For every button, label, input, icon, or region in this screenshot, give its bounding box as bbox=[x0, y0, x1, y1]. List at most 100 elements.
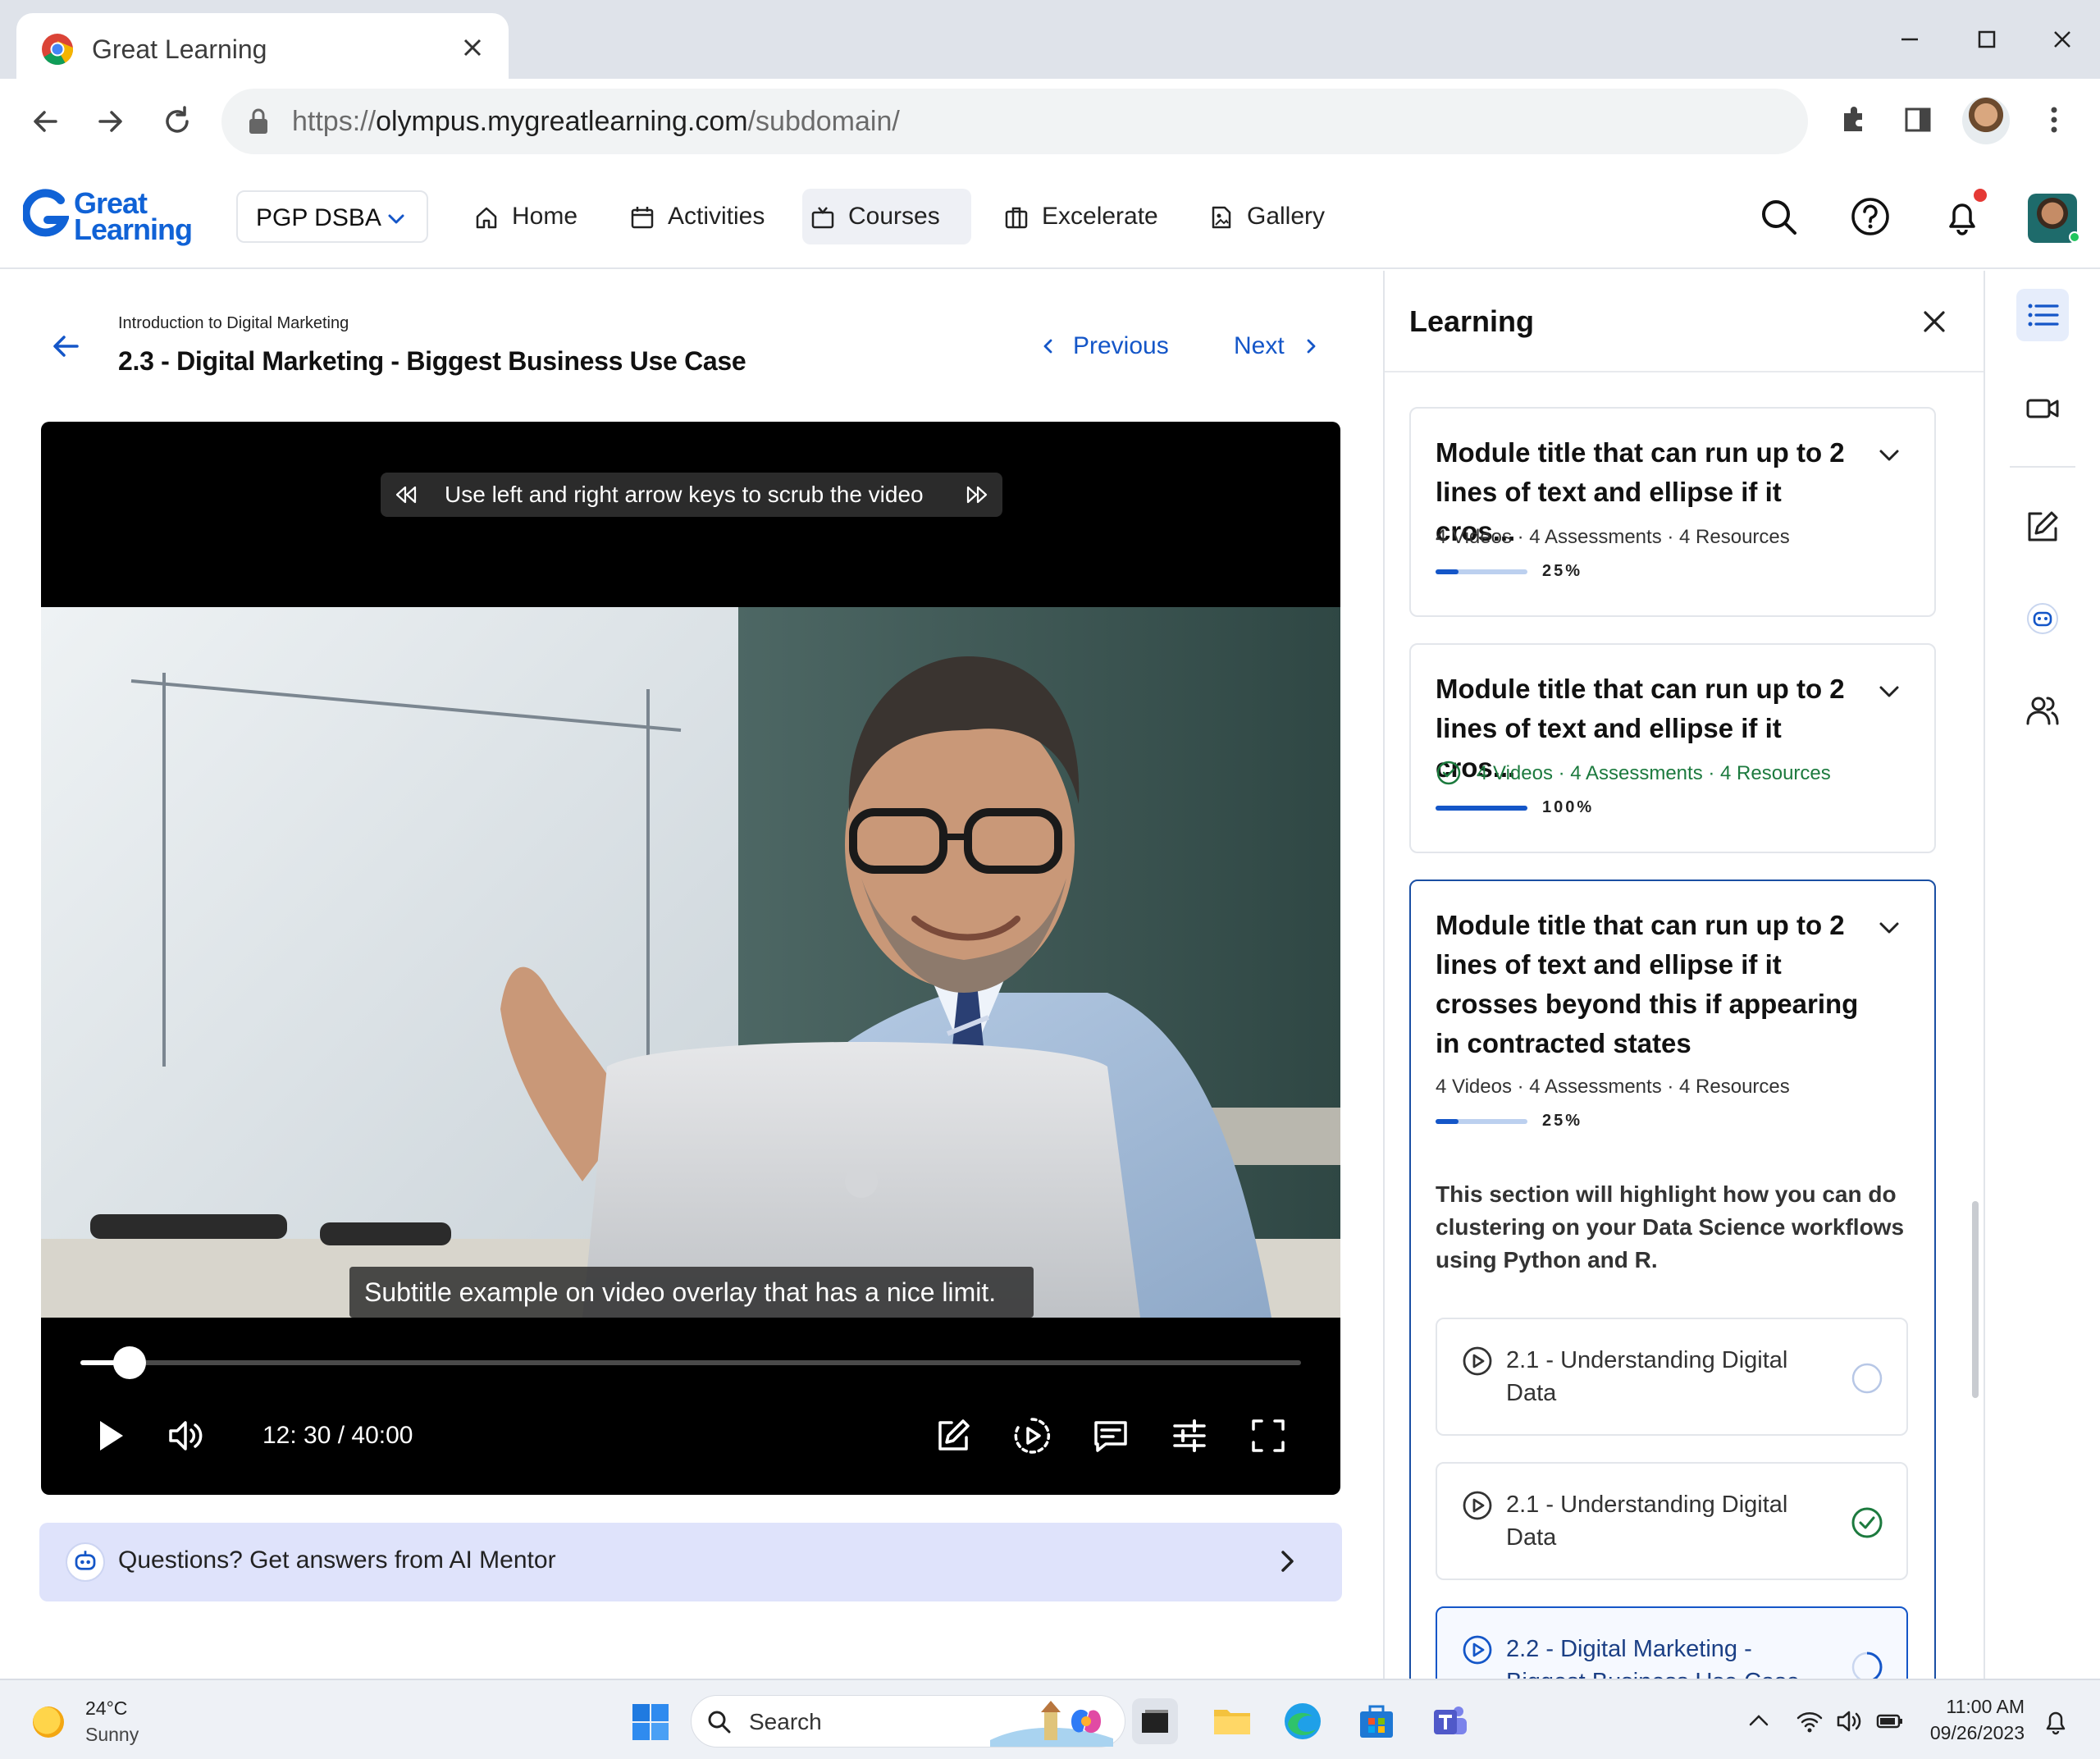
windows-taskbar: 24°C Sunny Search 11:00 AM 09/26/2023 bbox=[0, 1679, 2100, 1759]
time-readout: 12: 30 / 40:00 bbox=[262, 1422, 413, 1449]
module-meta: 4 Videos · 4 Assessments · 4 Resources bbox=[1436, 526, 1790, 548]
calendar-icon bbox=[631, 207, 654, 229]
play-icon[interactable] bbox=[90, 1416, 130, 1455]
forward-icon[interactable] bbox=[92, 103, 128, 139]
browser-tab[interactable]: Great Learning bbox=[16, 13, 509, 79]
browser-profile-avatar[interactable] bbox=[1962, 97, 2010, 144]
window-close-icon[interactable] bbox=[2048, 25, 2077, 54]
breadcrumb[interactable]: Introduction to Digital Marketing bbox=[118, 313, 349, 333]
program-selector[interactable]: PGP DSBA bbox=[236, 190, 428, 243]
nav-activities[interactable]: Activities bbox=[622, 189, 786, 244]
side-panel-icon[interactable] bbox=[1900, 102, 1936, 138]
task-view-icon bbox=[1142, 1710, 1168, 1733]
video-player[interactable]: Use left and right arrow keys to scrub t… bbox=[41, 422, 1340, 1495]
help-icon[interactable] bbox=[1851, 197, 1890, 236]
rail-notes-button[interactable] bbox=[2016, 500, 2069, 553]
courses-icon bbox=[811, 207, 834, 229]
teams-app[interactable] bbox=[1427, 1698, 1473, 1744]
lesson-item-current[interactable]: 2.2 - Digital Marketing - Biggest Busine… bbox=[1436, 1606, 1908, 1679]
module-progress-fill bbox=[1436, 569, 1459, 574]
module-card[interactable]: Module title that can run up to 2 lines … bbox=[1409, 407, 1936, 617]
wifi-icon[interactable] bbox=[1795, 1706, 1824, 1736]
module-card[interactable]: Module title that can run up to 2 lines … bbox=[1409, 643, 1936, 853]
rail-divider bbox=[2010, 466, 2075, 468]
nav-excelerate[interactable]: Excelerate bbox=[996, 189, 1168, 244]
clock-time: 11:00 AM bbox=[1946, 1696, 2025, 1717]
back-arrow-icon[interactable] bbox=[49, 330, 82, 363]
address-bar[interactable]: https://olympus.mygreatlearning.com/subd… bbox=[221, 89, 1808, 154]
learning-panel-header: Learning bbox=[1385, 271, 1984, 372]
nav-gallery[interactable]: Gallery bbox=[1201, 189, 1340, 244]
back-icon[interactable] bbox=[28, 103, 64, 139]
edge-browser-app[interactable] bbox=[1280, 1698, 1326, 1744]
chevron-down-icon[interactable] bbox=[1875, 678, 1903, 706]
lesson-item[interactable]: 2.1 - Understanding Digital Data bbox=[1436, 1462, 1908, 1580]
extensions-icon[interactable] bbox=[1836, 102, 1872, 138]
seek-handle[interactable] bbox=[112, 1346, 146, 1379]
video-frame[interactable] bbox=[41, 607, 1340, 1318]
module-card-expanded[interactable]: Module title that can run up to 2 lines … bbox=[1409, 880, 1936, 1679]
store-app[interactable] bbox=[1354, 1698, 1399, 1744]
maximize-icon[interactable] bbox=[1972, 25, 2002, 54]
task-view-app[interactable] bbox=[1132, 1698, 1178, 1744]
close-tab-icon[interactable] bbox=[458, 33, 487, 62]
gallery-icon bbox=[1212, 206, 1231, 229]
settings-sliders-icon[interactable] bbox=[1170, 1416, 1209, 1455]
module-progress-bar bbox=[1436, 1119, 1527, 1124]
notes-edit-icon[interactable] bbox=[934, 1416, 973, 1455]
browser-menu-icon[interactable] bbox=[2036, 102, 2072, 138]
ai-mentor-bot-icon bbox=[2027, 603, 2058, 634]
chrome-icon bbox=[42, 34, 74, 66]
great-learning-logo[interactable]: Great Learning bbox=[23, 187, 203, 246]
volume-icon[interactable] bbox=[166, 1416, 205, 1455]
lesson-label: 2.1 - Understanding Digital Data bbox=[1506, 1492, 1788, 1551]
learning-panel: Learning Module title that can run up to… bbox=[1383, 271, 1984, 1679]
home-icon bbox=[476, 207, 497, 229]
module-list[interactable]: Module title that can run up to 2 lines … bbox=[1385, 374, 1984, 1679]
rail-community-button[interactable] bbox=[2016, 684, 2069, 737]
close-icon[interactable] bbox=[1920, 307, 1949, 336]
play-circle-icon bbox=[1463, 1346, 1492, 1376]
browser-tab-strip: Great Learning bbox=[0, 0, 2100, 79]
nav-activities-label: Activities bbox=[668, 203, 765, 230]
windows-start-icon[interactable] bbox=[630, 1702, 671, 1743]
seek-bar[interactable] bbox=[80, 1346, 1301, 1379]
playback-speed-icon[interactable] bbox=[1012, 1416, 1052, 1455]
url-text[interactable]: https://olympus.mygreatlearning.com/subd… bbox=[292, 105, 900, 138]
subtitle-text: Subtitle example on video overlay that h… bbox=[364, 1277, 997, 1307]
lesson-item[interactable]: 2.1 - Understanding Digital Data bbox=[1436, 1318, 1908, 1436]
nav-home[interactable]: Home bbox=[466, 189, 597, 244]
taskbar-search-placeholder: Search bbox=[749, 1709, 822, 1734]
module-progress-label: 25% bbox=[1542, 1112, 1583, 1130]
ai-mentor-banner[interactable]: Questions? Get answers from AI Mentor bbox=[39, 1523, 1342, 1601]
module-progress-fill bbox=[1436, 1119, 1459, 1124]
copilot-app[interactable] bbox=[1063, 1698, 1109, 1744]
file-explorer-app[interactable] bbox=[1209, 1698, 1255, 1744]
reload-icon[interactable] bbox=[159, 103, 195, 139]
clock-date: 09/26/2023 bbox=[1929, 1722, 2025, 1743]
next-label: Next bbox=[1234, 332, 1285, 359]
rail-ai-mentor-button[interactable] bbox=[2016, 592, 2069, 645]
fullscreen-icon[interactable] bbox=[1249, 1416, 1288, 1455]
speaker-icon[interactable] bbox=[1834, 1706, 1864, 1736]
notification-center-icon[interactable] bbox=[2041, 1706, 2070, 1736]
lesson-label: 2.2 - Digital Marketing - Biggest Busine… bbox=[1506, 1636, 1800, 1679]
search-icon[interactable] bbox=[1759, 197, 1798, 236]
rail-video-button[interactable] bbox=[2016, 382, 2069, 435]
taskbar-search[interactable]: Search bbox=[691, 1695, 1125, 1748]
chevron-up-icon[interactable] bbox=[1744, 1706, 1774, 1736]
minimize-icon[interactable] bbox=[1895, 25, 1924, 54]
chevron-down-icon[interactable] bbox=[1875, 441, 1903, 469]
captions-icon[interactable] bbox=[1091, 1416, 1130, 1455]
play-circle-icon bbox=[1463, 1491, 1492, 1520]
rail-learning-button[interactable] bbox=[2016, 289, 2069, 341]
notification-bell-icon[interactable] bbox=[1942, 197, 1982, 236]
battery-icon[interactable] bbox=[1875, 1706, 1905, 1736]
url-scheme: https:// bbox=[292, 106, 377, 137]
chevron-down-icon[interactable] bbox=[1875, 914, 1903, 942]
users-icon bbox=[2026, 697, 2059, 725]
sun-icon[interactable] bbox=[33, 1706, 64, 1738]
panel-scrollbar[interactable] bbox=[1972, 1201, 1979, 1398]
play-circle-icon bbox=[1463, 1635, 1492, 1665]
nav-courses[interactable]: Courses bbox=[802, 189, 971, 244]
